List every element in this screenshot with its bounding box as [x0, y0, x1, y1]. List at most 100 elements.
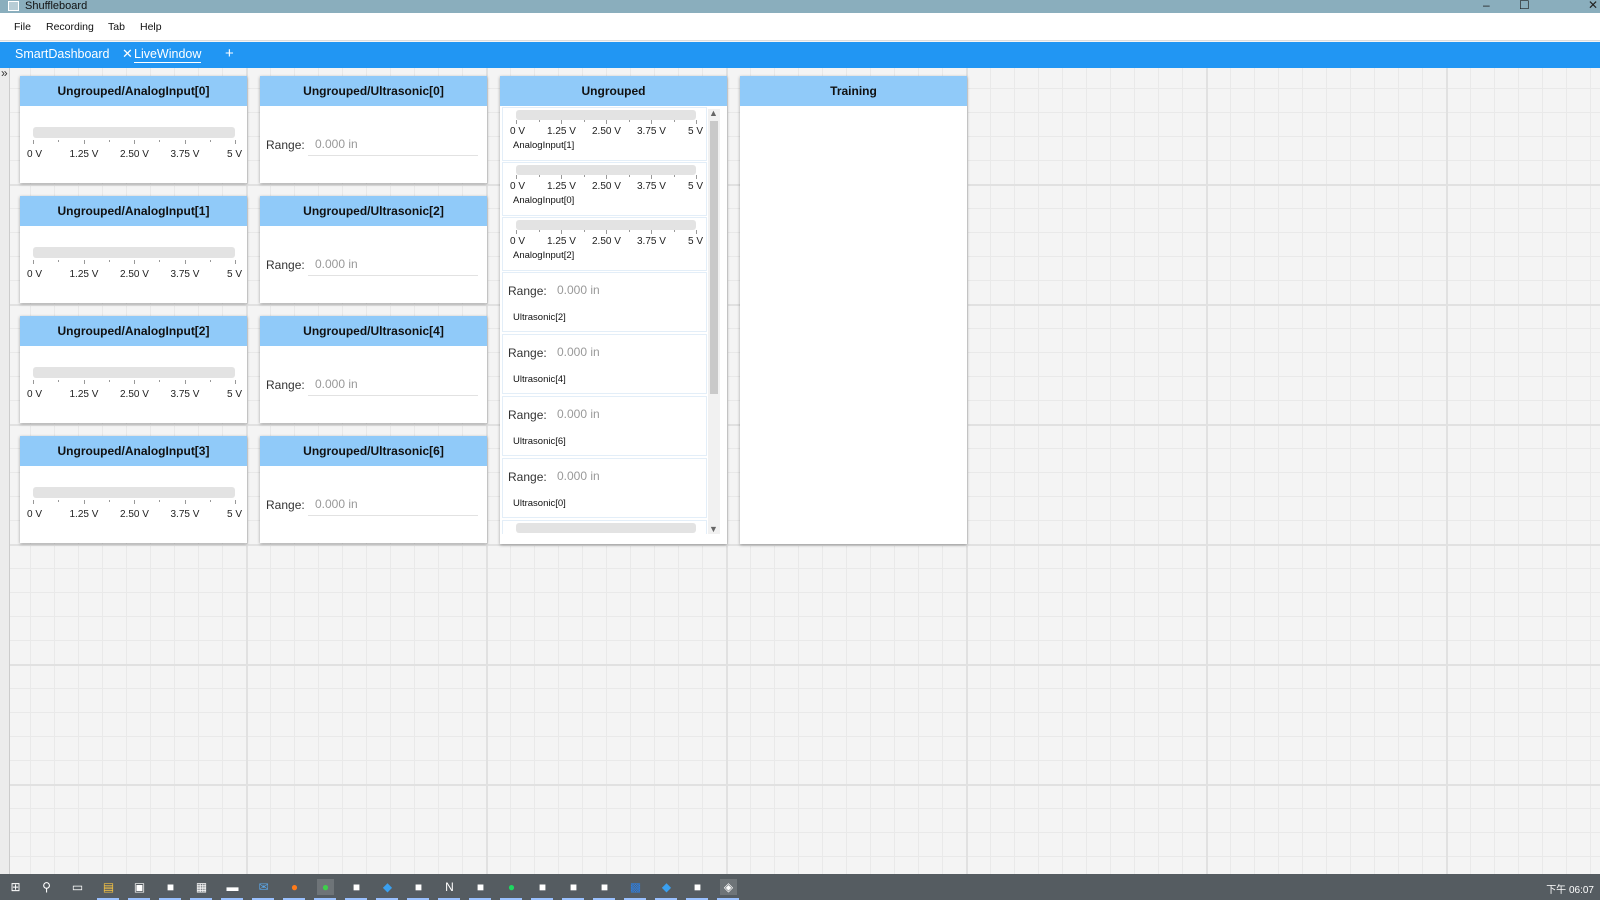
- scale-tick: [651, 120, 652, 124]
- mail-icon[interactable]: ✉: [255, 879, 272, 895]
- ungrouped-widget[interactable]: Ungrouped 0 V 1.25 V 2.50 V 3.75 V 5 V Analog…: [500, 76, 727, 544]
- app-icon[interactable]: ■: [689, 879, 706, 895]
- line-icon[interactable]: ●: [317, 879, 334, 895]
- tab-livewindow[interactable]: LiveWindow: [134, 47, 202, 63]
- widget-title: Ungrouped/Ultrasonic[2]: [260, 196, 487, 226]
- app-icon[interactable]: ■: [534, 879, 551, 895]
- windows-start-icon[interactable]: ⊞: [7, 879, 24, 895]
- menu-bar: File Recording Tab Help: [0, 13, 1600, 41]
- search-icon[interactable]: ⚲: [38, 879, 55, 895]
- list-item[interactable]: Range: 0.000 in Ultrasonic[0]: [502, 458, 707, 518]
- ultrasonic-widget[interactable]: Ungrouped/Ultrasonic[6] Range: 0.000 in: [260, 436, 487, 543]
- scale-tick: [33, 260, 34, 264]
- scale-tick: [159, 260, 161, 262]
- notion-icon[interactable]: N: [441, 879, 458, 895]
- scale-tick: [184, 380, 186, 384]
- app-icon[interactable]: ■: [472, 879, 489, 895]
- vscode-icon[interactable]: ◆: [658, 879, 675, 895]
- scale-tick: [516, 175, 517, 179]
- file-explorer-icon[interactable]: ▤: [100, 879, 117, 895]
- scale-label: 5 V: [227, 149, 243, 160]
- list-item[interactable]: [502, 520, 707, 534]
- app-icon[interactable]: ■: [162, 879, 179, 895]
- outlook-icon[interactable]: ▩: [627, 879, 644, 895]
- scale-ticks: [516, 175, 697, 180]
- scale-label: 3.75 V: [637, 181, 666, 192]
- range-value: 0.000 in: [315, 497, 358, 511]
- menu-help[interactable]: Help: [140, 21, 162, 33]
- scale-tick: [628, 120, 630, 122]
- app-icon[interactable]: ■: [565, 879, 582, 895]
- analog-input-widget[interactable]: Ungrouped/AnalogInput[1] 0 V 1.25 V 2.50 V 3…: [20, 196, 247, 303]
- close-button[interactable]: ✕: [1588, 0, 1598, 12]
- scale-label: 2.50 V: [120, 509, 149, 520]
- scale-tick: [134, 380, 135, 384]
- widget-title: Ungrouped: [500, 76, 727, 106]
- app-icon[interactable]: ■: [410, 879, 427, 895]
- shuffleboard-icon[interactable]: ◈: [720, 879, 737, 895]
- spotify-icon[interactable]: ●: [503, 879, 520, 895]
- scale-tick: [538, 175, 540, 177]
- scale-tick: [134, 260, 135, 264]
- scale-tick: [83, 140, 85, 144]
- taskbar-clock[interactable]: 下午 06:07: [1546, 881, 1594, 896]
- analog-input-widget[interactable]: Ungrouped/AnalogInput[0] 0 V 1.25 V 2.50 V 3…: [20, 76, 247, 183]
- ungrouped-list[interactable]: 0 V 1.25 V 2.50 V 3.75 V5 V AnalogInput[1] 0 …: [502, 107, 707, 534]
- list-item[interactable]: Range: 0.000 in Ultrasonic[2]: [502, 272, 707, 332]
- expand-sidebar-icon[interactable]: »: [1, 66, 8, 80]
- list-item-name: AnalogInput[2]: [513, 250, 575, 261]
- menu-recording[interactable]: Recording: [46, 21, 94, 33]
- scale-tick: [651, 175, 652, 179]
- ultrasonic-widget[interactable]: Ungrouped/Ultrasonic[4] Range: 0.000 in: [260, 316, 487, 423]
- training-widget[interactable]: Training: [740, 76, 967, 544]
- scale-tick: [184, 500, 186, 504]
- scale-tick: [583, 120, 585, 122]
- list-item[interactable]: Range: 0.000 in Ultrasonic[6]: [502, 396, 707, 456]
- list-item[interactable]: 0 V 1.25 V 2.50 V 3.75 V 5 V AnalogInput[1]: [502, 107, 707, 161]
- menu-tab[interactable]: Tab: [108, 21, 125, 33]
- list-item-name: AnalogInput[1]: [513, 140, 575, 151]
- scale-label: 1.25 V: [69, 149, 99, 160]
- scroll-down-icon[interactable]: ▼: [709, 524, 718, 534]
- scale-tick: [583, 230, 585, 232]
- scroll-up-icon[interactable]: ▲: [709, 108, 718, 118]
- voltage-bar: [516, 220, 696, 230]
- app-icon[interactable]: ■: [348, 879, 365, 895]
- task-view-icon[interactable]: ▭: [69, 879, 86, 895]
- tab-smartdashboard[interactable]: SmartDashboard: [15, 47, 110, 61]
- vscode-icon[interactable]: ◆: [379, 879, 396, 895]
- minimize-button[interactable]: –: [1483, 0, 1490, 12]
- scale-tick: [134, 500, 135, 504]
- ultrasonic-widget[interactable]: Ungrouped/Ultrasonic[2] Range: 0.000 in: [260, 196, 487, 303]
- scale-label: 3.75 V: [170, 269, 200, 280]
- scroll-thumb[interactable]: [710, 121, 718, 394]
- calculator-icon[interactable]: ▦: [193, 879, 210, 895]
- firefox-icon[interactable]: ●: [286, 879, 303, 895]
- analog-input-widget[interactable]: Ungrouped/AnalogInput[3] 0 V 1.25 V 2.50 V 3…: [20, 436, 247, 543]
- add-tab-button[interactable]: +: [225, 45, 234, 62]
- app-icon[interactable]: ■: [596, 879, 613, 895]
- scale-label: 0 V: [27, 389, 43, 400]
- scale-label: 1.25 V: [69, 509, 99, 520]
- scale-label: 1.25 V: [69, 389, 99, 400]
- scale-tick: [235, 500, 236, 504]
- vertical-scrollbar[interactable]: ▲ ▼: [708, 108, 720, 534]
- terminal-icon[interactable]: ▬: [224, 879, 241, 895]
- scale-tick: [108, 140, 110, 142]
- tab-close-icon[interactable]: ✕: [122, 46, 133, 62]
- ultrasonic-widget[interactable]: Ungrouped/Ultrasonic[0] Range: 0.000 in: [260, 76, 487, 183]
- list-item[interactable]: Range: 0.000 in Ultrasonic[4]: [502, 334, 707, 394]
- store-icon[interactable]: ▣: [131, 879, 148, 895]
- maximize-button[interactable]: ☐: [1519, 0, 1530, 12]
- scale-ticks: [33, 260, 236, 265]
- list-item-name: Ultrasonic[6]: [513, 436, 566, 447]
- scale-tick: [651, 230, 652, 234]
- menu-file[interactable]: File: [14, 21, 31, 33]
- scale-tick: [83, 260, 85, 264]
- range-underline: [308, 275, 478, 276]
- analog-input-widget[interactable]: Ungrouped/AnalogInput[2] 0 V 1.25 V 2.50 V 3…: [20, 316, 247, 423]
- range-label: Range:: [508, 284, 547, 298]
- list-item[interactable]: 0 V 1.25 V 2.50 V 3.75 V 5 V AnalogInput[2]: [502, 217, 707, 271]
- scale-label: 2.50 V: [592, 236, 621, 247]
- list-item[interactable]: 0 V 1.25 V 2.50 V 3.75 V 5 V AnalogInput[0]: [502, 162, 707, 216]
